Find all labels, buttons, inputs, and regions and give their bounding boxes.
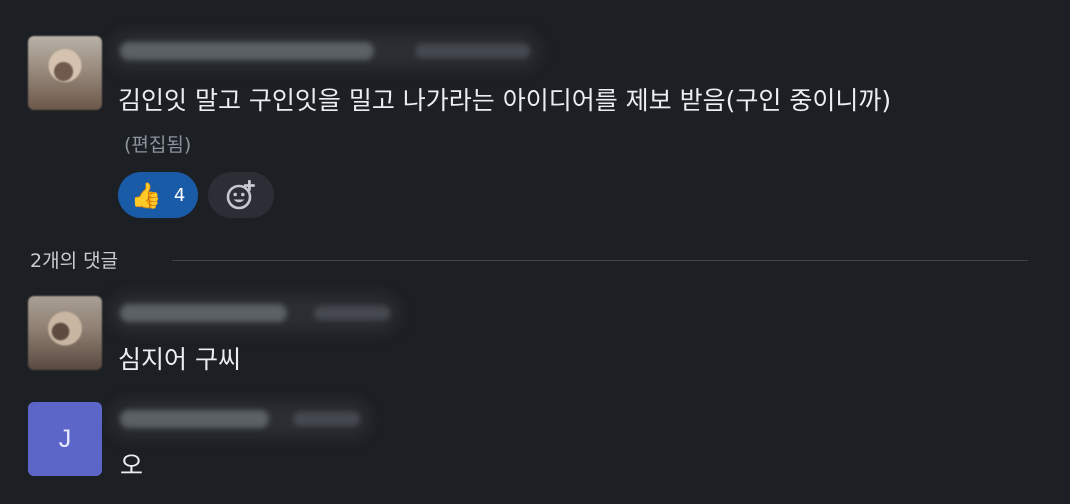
comment-text: 김인잇 말고 구인잇을 밀고 나가라는 아이디어를 제보 받음(구인 중이니까) [118, 86, 892, 115]
reply-item: 심지어 구씨 [28, 296, 1048, 376]
reply-author-meta[interactable] [120, 410, 360, 428]
reply-text: 심지어 구씨 [118, 345, 241, 374]
avatar-letter: J [58, 424, 72, 453]
reply-author-meta[interactable] [120, 304, 390, 322]
reply-item: J 오 [28, 402, 1048, 482]
like-count: 4 [173, 184, 186, 206]
divider [172, 260, 1028, 261]
reply-text: 오 [120, 451, 144, 480]
reactions-bar: 👍 4 [118, 172, 274, 218]
avatar[interactable]: J [28, 402, 102, 476]
avatar[interactable] [28, 36, 102, 110]
add-emoji-icon [226, 180, 255, 210]
like-reaction-button[interactable]: 👍 4 [118, 172, 198, 218]
replies-count[interactable]: 2개의 댓글 [30, 246, 118, 273]
avatar[interactable] [28, 296, 102, 370]
replies-header: 2개의 댓글 [30, 246, 1028, 276]
comment-author-meta[interactable] [120, 42, 530, 60]
edited-label: (편집됨) [124, 134, 192, 156]
thumbs-up-icon: 👍 [130, 180, 162, 210]
main-comment: 김인잇 말고 구인잇을 밀고 나가라는 아이디어를 제보 받음(구인 중이니까)… [28, 36, 1048, 226]
add-reaction-button[interactable] [208, 172, 274, 218]
